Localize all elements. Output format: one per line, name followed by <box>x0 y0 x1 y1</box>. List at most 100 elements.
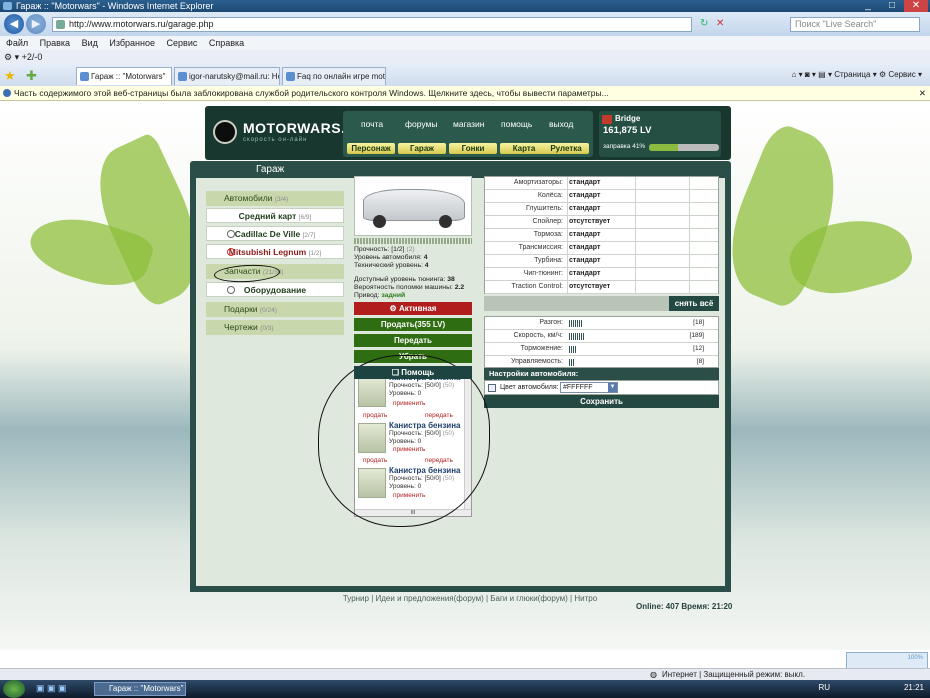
maximize-button[interactable]: □ <box>880 0 904 12</box>
sidebar-car-mitsubishi[interactable]: Mitsubishi Legnum [1/2] <box>206 244 344 259</box>
table-divider <box>635 229 636 241</box>
links-counter[interactable]: +2/-0 <box>22 52 43 62</box>
search-input[interactable]: Поиск "Live Search" <box>790 17 920 32</box>
tab-mail[interactable]: igor-narutsky@mail.ru: Ho... <box>174 67 280 85</box>
nav-exit[interactable]: выход <box>549 119 573 129</box>
start-button[interactable] <box>3 680 25 698</box>
nav-shop[interactable]: магазин <box>453 119 484 129</box>
nav-mail[interactable]: почта <box>361 119 383 129</box>
performance-value: [12] <box>693 345 704 352</box>
globe-icon: ◍ <box>650 670 657 679</box>
tab-faq[interactable]: Faq по онлайн игре moto... <box>282 67 386 85</box>
nav-races-button[interactable]: Гонки <box>449 143 497 154</box>
tuning-value[interactable]: стандарт <box>569 242 600 254</box>
nav-garage-button[interactable]: Гараж <box>398 143 446 154</box>
back-icon[interactable]: ◀ <box>4 14 24 34</box>
table-divider <box>689 255 690 267</box>
address-row: ◀ ▶ http://www.motorwars.ru/garage.php ↻… <box>0 12 930 36</box>
address-bar[interactable]: http://www.motorwars.ru/garage.php <box>52 17 692 32</box>
page-menu[interactable]: Страница <box>834 70 870 79</box>
sidebar-gifts-header[interactable]: Подарки (0/24) <box>206 302 344 317</box>
tuning-row: Чип-тюнинг: стандарт <box>485 268 718 281</box>
tuning-value[interactable]: стандарт <box>569 190 600 202</box>
quicklaunch-icons[interactable]: ▣ ▣ ▣ <box>36 683 67 694</box>
active-button[interactable]: ⚙ Активная <box>354 302 472 315</box>
footer-bugs-link[interactable]: Баги и глюки(форум) <box>490 594 568 603</box>
tools-gear-icon[interactable]: ⚙ <box>879 70 886 79</box>
table-divider <box>689 190 690 202</box>
menu-tools[interactable]: Сервис <box>167 38 198 48</box>
taskbar: ▣ ▣ ▣ Гараж :: "Motorwars" RU 21:21 <box>0 680 930 698</box>
motorwars-logo-icon[interactable] <box>213 120 237 144</box>
table-divider <box>635 268 636 280</box>
tuning-label: Колёса: <box>537 192 563 199</box>
print-icon[interactable]: ▤ ▾ <box>818 70 834 79</box>
menu-bar: Файл Правка Вид Избранное Сервис Справка <box>0 36 930 50</box>
info-bar[interactable]: Часть содержимого этой веб-страницы была… <box>0 86 930 101</box>
table-divider <box>635 203 636 215</box>
nav-character-button[interactable]: Персонаж <box>347 143 395 154</box>
home-icon[interactable]: ⌂ ▾ <box>792 70 805 79</box>
nav-forums[interactable]: форумы <box>405 119 437 129</box>
menu-edit[interactable]: Правка <box>40 38 70 48</box>
tuning-value[interactable]: стандарт <box>569 177 600 189</box>
performance-label: Скорость, км/ч: <box>513 332 563 339</box>
rss-icon[interactable]: ◙ ▾ <box>805 70 818 79</box>
taskbar-ie-task[interactable]: Гараж :: "Motorwars" <box>94 682 186 696</box>
nav-help[interactable]: помощь <box>501 119 532 129</box>
menu-view[interactable]: Вид <box>82 38 98 48</box>
player-flag-icon <box>602 115 612 124</box>
sell-button[interactable]: Продать(355 LV) <box>354 318 472 331</box>
minimize-button[interactable]: _ <box>856 0 880 12</box>
forward-icon[interactable]: ▶ <box>26 14 46 34</box>
taskbar-clock[interactable]: 21:21 <box>904 683 924 692</box>
menu-favorites[interactable]: Избранное <box>109 38 155 48</box>
close-button[interactable]: ✕ <box>904 0 928 12</box>
performance-label: Управляемость: <box>510 358 563 365</box>
footer-nitro-link[interactable]: Нитро <box>574 594 597 603</box>
refresh-icon[interactable]: ↻ <box>700 18 708 29</box>
color-select[interactable]: #FFFFFF ▼ <box>560 382 618 393</box>
transfer-button[interactable]: Передать <box>354 334 472 347</box>
tuning-value[interactable]: стандарт <box>569 229 600 241</box>
language-indicator[interactable]: RU <box>818 683 830 692</box>
window-titlebar: Гараж :: "Motorwars" - Windows Internet … <box>0 0 930 12</box>
add-favorites-icon[interactable]: ✚ <box>26 68 37 84</box>
nav-map-button[interactable]: Карта <box>500 143 548 154</box>
address-text: http://www.motorwars.ru/garage.php <box>69 19 214 29</box>
chevron-down-icon: ▼ <box>608 383 617 392</box>
player-name[interactable]: Bridge <box>615 114 640 123</box>
menu-file[interactable]: Файл <box>6 38 28 48</box>
nav-roulette-button[interactable]: Рулетка <box>543 143 589 154</box>
tuning-value[interactable]: отсутствует <box>569 281 610 293</box>
zoom-level[interactable]: 100% <box>908 655 923 661</box>
tuning-value[interactable]: стандарт <box>569 268 600 280</box>
links-icon[interactable]: ⚙ ▾ <box>4 52 22 62</box>
color-checkbox[interactable] <box>488 384 496 392</box>
footer-ideas-link[interactable]: Идеи и предложения(форум) <box>376 594 484 603</box>
status-zone[interactable]: Интернет | Защищенный режим: выкл. <box>662 669 805 680</box>
footer-tournament-link[interactable]: Турнир <box>343 594 369 603</box>
stop-icon[interactable]: ✕ <box>716 18 724 29</box>
save-button[interactable]: Сохранить <box>484 395 719 408</box>
online-count: 407 <box>665 602 680 611</box>
table-divider <box>567 268 568 280</box>
reset-all-button[interactable]: снять всё <box>669 296 719 311</box>
tuning-value[interactable]: стандарт <box>569 203 600 215</box>
performance-label: Разгон: <box>539 319 563 326</box>
menu-help[interactable]: Справка <box>209 38 244 48</box>
performance-bar <box>569 320 582 327</box>
tuning-value[interactable]: отсутствует <box>569 216 610 228</box>
infobar-close-icon[interactable]: ✕ <box>919 86 926 101</box>
sidebar-drawings-header[interactable]: Чертежи (0/3) <box>206 320 344 335</box>
sidebar-car-cadillac[interactable]: Cadillac De Ville [2/7] <box>206 226 344 241</box>
tuning-value[interactable]: стандарт <box>569 255 600 267</box>
sidebar-car-kart[interactable]: Средний карт [6/9] <box>206 208 344 223</box>
sidebar-cars-header[interactable]: Автомобили (3/4) <box>206 191 344 206</box>
help-button[interactable]: ❏ Помощь <box>354 366 472 379</box>
site-header: MOTORWARS.RU скорость он-лайн почта фору… <box>205 106 731 160</box>
favorites-star-icon[interactable]: ★ <box>4 68 16 84</box>
tools-menu[interactable]: Сервис <box>888 70 915 79</box>
tab-garage[interactable]: Гараж :: "Motorwars" <box>76 67 172 85</box>
sidebar-equipment[interactable]: Оборудование <box>206 282 344 297</box>
